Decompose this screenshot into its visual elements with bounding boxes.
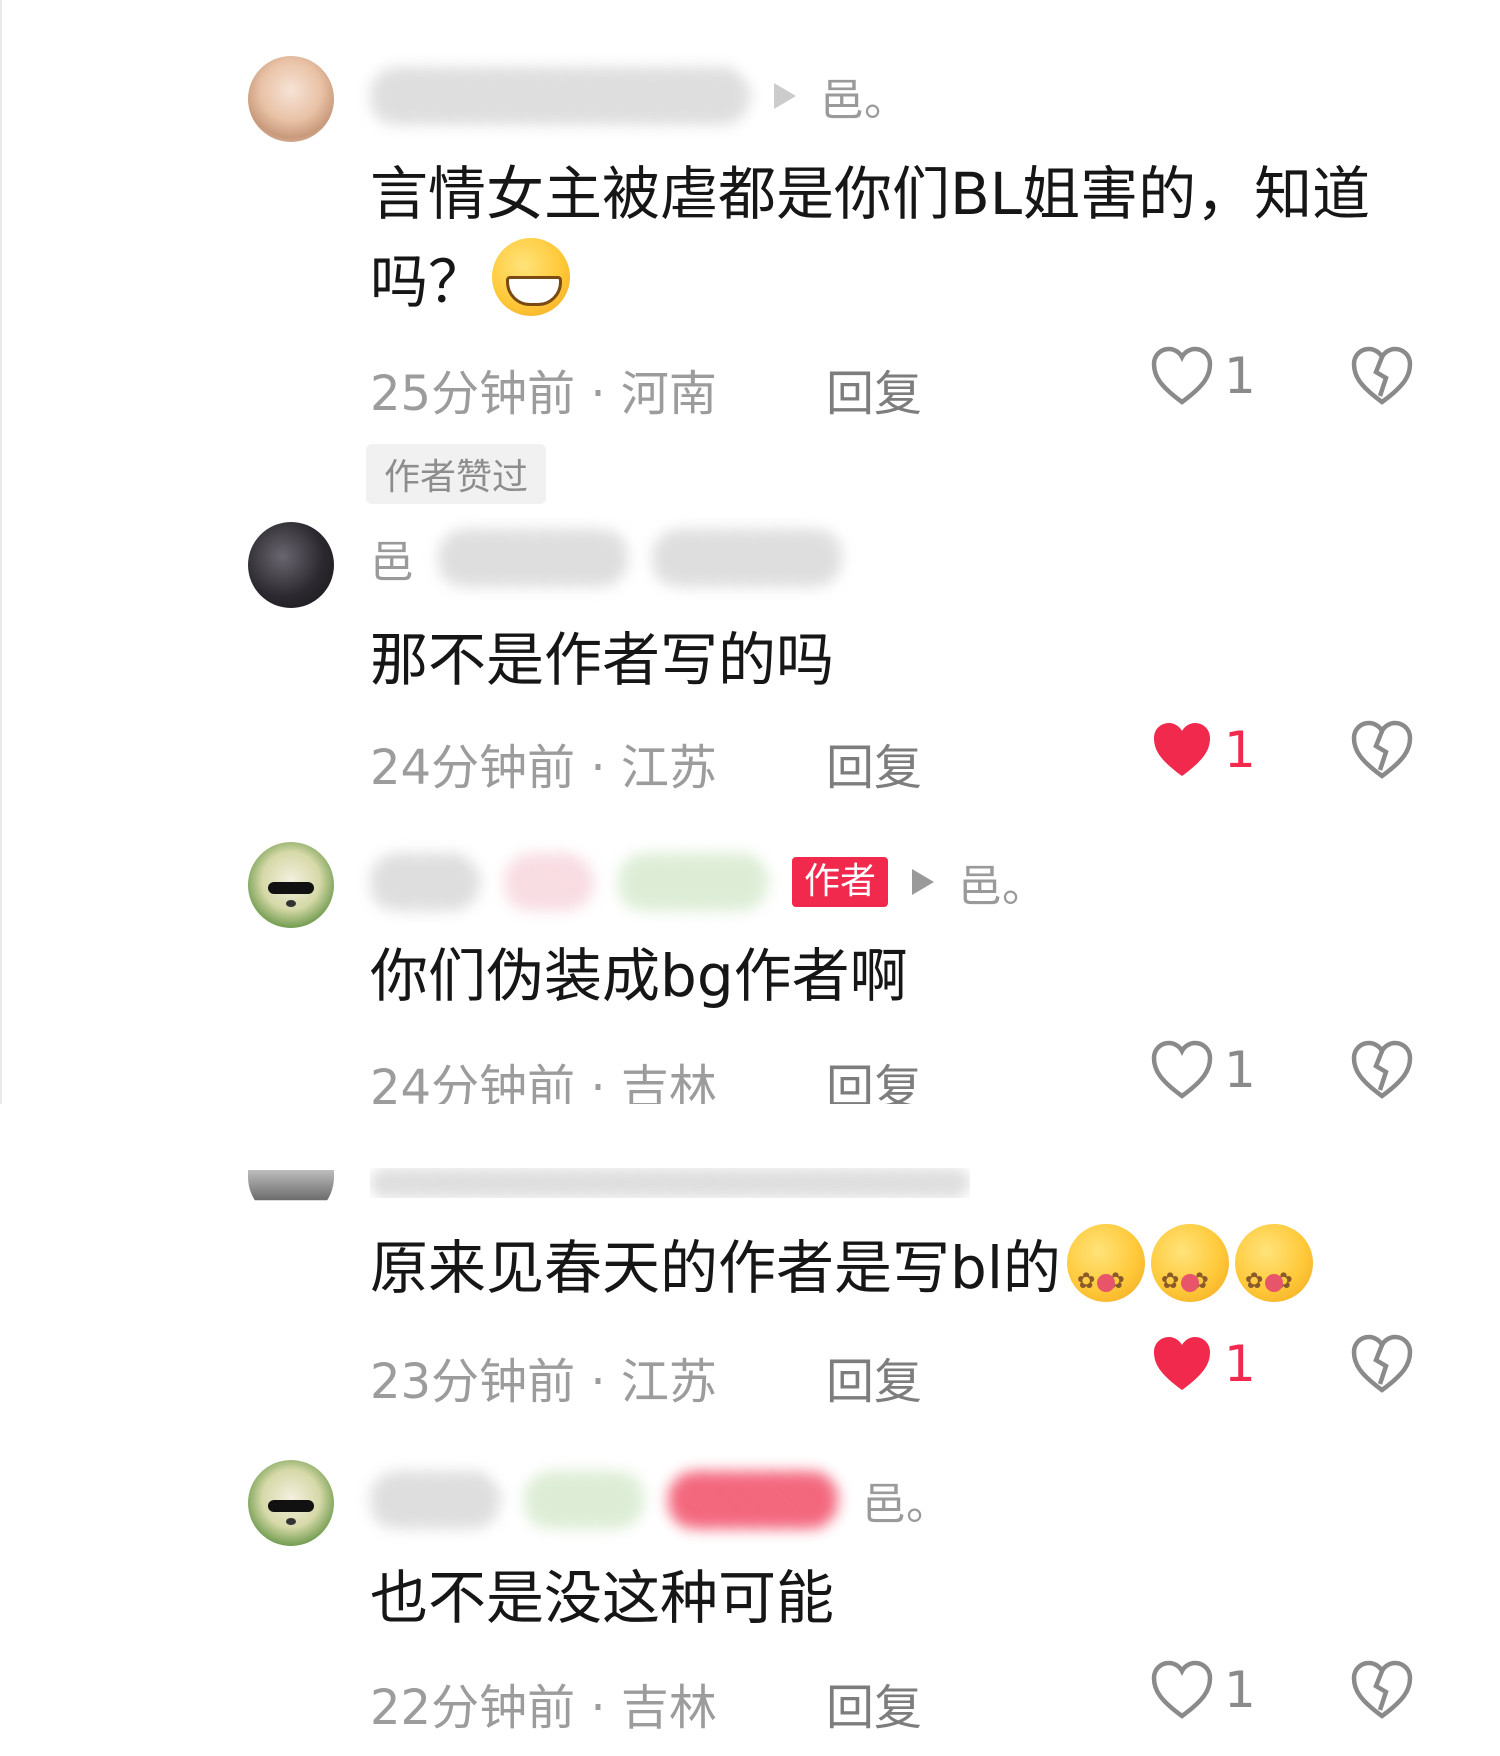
like-button[interactable]: 1 xyxy=(1150,346,1256,406)
drooling-face-icon xyxy=(1066,1224,1145,1326)
username-suffix: 邑。 xyxy=(958,861,1047,912)
blurred-username xyxy=(370,853,480,911)
comment-body: 原来见春天的作者是写bl的 xyxy=(370,1234,1061,1302)
broken-heart-icon xyxy=(1351,720,1413,779)
username-suffix: 邑。 xyxy=(862,1479,950,1530)
screenshot-edge xyxy=(0,0,2,1104)
reply-button[interactable]: 回复 xyxy=(826,1342,922,1412)
blurred-username xyxy=(370,1471,500,1529)
avatar[interactable] xyxy=(248,1460,334,1546)
reply-button[interactable]: 回复 xyxy=(826,1668,922,1738)
comment-body: 那不是作者写的吗 xyxy=(370,626,835,694)
grinning-face-icon xyxy=(492,238,571,316)
avatar[interactable] xyxy=(248,1170,334,1220)
username-row[interactable] xyxy=(370,1168,970,1198)
screenshot-seam xyxy=(0,1104,1500,1170)
time-location: 23分钟前 · 江苏 xyxy=(370,1354,717,1410)
like-button[interactable]: 1 xyxy=(1150,720,1256,780)
panda-nose xyxy=(286,1518,296,1525)
blurred-username xyxy=(370,1168,970,1198)
sunglasses-icon xyxy=(268,1500,314,1512)
time-location: 24分钟前 · 江苏 xyxy=(370,740,717,796)
time-location: 25分钟前 · 河南 xyxy=(370,366,717,422)
comment-text: 你们伪装成bg作者啊 xyxy=(370,932,1410,1020)
author-badge: 作者 xyxy=(792,857,889,907)
blurred-username xyxy=(524,1471,644,1529)
comment-meta: 22分钟前 · 吉林 回复 1 xyxy=(370,1660,1500,1736)
broken-heart-icon xyxy=(1351,1334,1413,1393)
username-suffix: 邑 xyxy=(370,537,414,588)
username-row[interactable]: 作者 邑。 xyxy=(370,852,1046,912)
heart-filled-icon xyxy=(1154,723,1210,776)
like-button[interactable]: 1 xyxy=(1150,1040,1256,1100)
dislike-button[interactable] xyxy=(1350,720,1414,792)
comment-text: 也不是没这种可能 xyxy=(370,1554,1410,1642)
comment-meta: 24分钟前 · 江苏 回复 1 xyxy=(370,720,1500,796)
blurred-username xyxy=(668,1471,838,1529)
play-arrow-icon xyxy=(912,869,935,895)
avatar[interactable] xyxy=(248,842,334,928)
username-row[interactable]: 邑。 xyxy=(370,66,908,126)
avatar[interactable] xyxy=(248,56,334,142)
blurred-username xyxy=(504,853,594,911)
username-suffix: 邑。 xyxy=(820,75,908,126)
dislike-button[interactable] xyxy=(1350,1660,1414,1732)
heart-filled-icon xyxy=(1154,1337,1210,1390)
comment-text: 原来见春天的作者是写bl的 xyxy=(370,1224,1410,1326)
comment-body: 你们伪装成bg作者啊 xyxy=(370,942,908,1010)
like-button[interactable]: 1 xyxy=(1150,1660,1256,1720)
avatar[interactable] xyxy=(248,522,334,608)
comment-text: 言情女主被虐都是你们BL姐害的，知道吗？ xyxy=(370,150,1410,326)
heart-outline-icon xyxy=(1151,346,1213,405)
reply-button[interactable]: 回复 xyxy=(826,354,922,424)
dislike-button[interactable] xyxy=(1350,346,1414,418)
author-liked-tag: 作者赞过 xyxy=(366,444,547,504)
drooling-face-icon xyxy=(1234,1224,1313,1326)
blurred-username xyxy=(370,67,750,125)
like-count: 1 xyxy=(1224,721,1256,779)
comment-meta: 24分钟前 · 吉林 回复 1 xyxy=(370,1040,1500,1116)
sunglasses-icon xyxy=(268,882,314,894)
time-location: 22分钟前 · 吉林 xyxy=(370,1680,717,1736)
comment-meta: 25分钟前 · 河南 回复 1 xyxy=(370,346,1500,422)
heart-outline-icon xyxy=(1151,1660,1213,1719)
play-arrow-icon xyxy=(774,83,796,109)
username-row[interactable]: 邑 xyxy=(370,528,842,588)
like-count: 1 xyxy=(1224,347,1256,405)
like-count: 1 xyxy=(1224,1335,1256,1393)
comment-meta: 23分钟前 · 江苏 回复 1 xyxy=(370,1334,1500,1410)
heart-outline-icon xyxy=(1151,1040,1213,1099)
panda-nose xyxy=(286,900,296,907)
comment-body: 也不是没这种可能 xyxy=(370,1564,835,1632)
username-row[interactable]: 邑。 xyxy=(370,1470,950,1530)
broken-heart-icon xyxy=(1351,1660,1413,1719)
broken-heart-icon xyxy=(1351,346,1413,405)
broken-heart-icon xyxy=(1351,1040,1413,1099)
like-count: 1 xyxy=(1224,1041,1256,1099)
blurred-username xyxy=(618,853,768,911)
dislike-button[interactable] xyxy=(1350,1040,1414,1112)
like-button[interactable]: 1 xyxy=(1150,1334,1256,1394)
blurred-username xyxy=(652,529,842,587)
comment-text: 那不是作者写的吗 xyxy=(370,616,1410,704)
blurred-username xyxy=(438,529,628,587)
like-count: 1 xyxy=(1224,1661,1256,1719)
reply-button[interactable]: 回复 xyxy=(826,728,922,798)
drooling-face-icon xyxy=(1150,1224,1229,1326)
dislike-button[interactable] xyxy=(1350,1334,1414,1406)
